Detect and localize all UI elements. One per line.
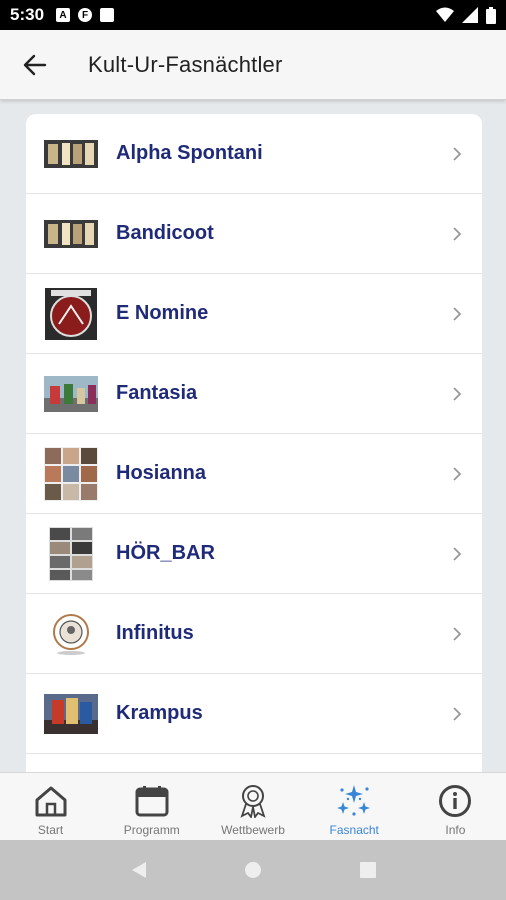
page-title: Kult-Ur-Fasnächtler (88, 51, 283, 77)
list-item[interactable]: Krampus (26, 674, 482, 754)
collage-thumbnail (44, 446, 98, 501)
group-list: Alpha Spontani Bandicoot E Nomine Fantas… (26, 114, 482, 774)
list-item[interactable]: Hosianna (26, 434, 482, 514)
nav-label: Start (37, 823, 64, 837)
nav-fasnacht[interactable]: Fasnacht (304, 773, 405, 840)
arrow-left-icon (23, 54, 47, 75)
list-item[interactable]: E Nomine (26, 274, 482, 354)
nav-label: Wettbewerb (221, 823, 285, 837)
sd-card-icon (100, 8, 115, 22)
bottom-navigation: Start Programm Wettbewerb Fasnacht Info (0, 772, 506, 840)
info-icon (437, 783, 473, 819)
nav-label: Info (445, 823, 466, 837)
list-item[interactable]: Infinitus (26, 594, 482, 674)
system-home-button[interactable] (243, 860, 263, 880)
e-nomine-logo (44, 287, 98, 341)
nav-label: Programm (123, 823, 180, 837)
group-photo-thumbnail (44, 207, 98, 261)
chevron-right-icon (453, 546, 462, 561)
list-item-label: Krampus (116, 702, 203, 724)
list-item-label: Hosianna (116, 462, 207, 484)
list-item[interactable]: Alpha Spontani (26, 114, 482, 194)
system-navigation-bar (0, 840, 506, 900)
crest-logo (44, 607, 98, 661)
nav-programm[interactable]: Programm (101, 773, 202, 840)
award-icon (235, 783, 271, 819)
costume-photo-thumbnail (44, 687, 98, 741)
chevron-right-icon (453, 386, 462, 401)
wifi-icon (436, 7, 454, 22)
status-time: 5:30 (10, 5, 45, 24)
list-item[interactable]: Fantasia (26, 354, 482, 434)
chevron-right-icon (453, 226, 462, 241)
parade-photo-thumbnail (44, 367, 98, 421)
list-item-label: Alpha Spontani (116, 142, 263, 164)
status-bar: 5:30 A F (0, 0, 506, 30)
system-icons (436, 6, 496, 24)
chevron-right-icon (453, 626, 462, 641)
list-item-label: Fantasia (116, 382, 198, 404)
notification-f-icon: F (78, 8, 93, 22)
chevron-right-icon (453, 466, 462, 481)
chevron-right-icon (453, 146, 462, 161)
chevron-right-icon (453, 706, 462, 721)
list-item-label: E Nomine (116, 302, 209, 324)
notification-a-icon: A (56, 8, 71, 22)
list-item[interactable]: Bandicoot (26, 194, 482, 274)
nav-start[interactable]: Start (0, 773, 101, 840)
app-bar: Kult-Ur-Fasnächtler (0, 30, 506, 100)
signal-icon (462, 7, 478, 23)
nav-info[interactable]: Info (405, 773, 506, 840)
calendar-icon (134, 783, 170, 819)
home-icon (33, 783, 69, 819)
system-back-button[interactable] (128, 860, 148, 880)
nav-wettbewerb[interactable]: Wettbewerb (202, 773, 303, 840)
nav-label: Fasnacht (329, 823, 379, 837)
chevron-right-icon (453, 306, 462, 321)
notification-icons: A F (56, 8, 115, 22)
battery-icon (486, 6, 496, 24)
list-item[interactable]: HÖR_BAR (26, 514, 482, 594)
group-photo-thumbnail (44, 127, 98, 181)
list-item-label: HÖR_BAR (116, 542, 215, 564)
collage-thumbnail (44, 526, 98, 581)
sparkle-icon (336, 783, 372, 819)
back-button[interactable] (0, 30, 70, 100)
list-item-label: Bandicoot (116, 222, 214, 244)
list-item-label: Infinitus (116, 622, 194, 644)
system-recents-button[interactable] (358, 860, 378, 880)
